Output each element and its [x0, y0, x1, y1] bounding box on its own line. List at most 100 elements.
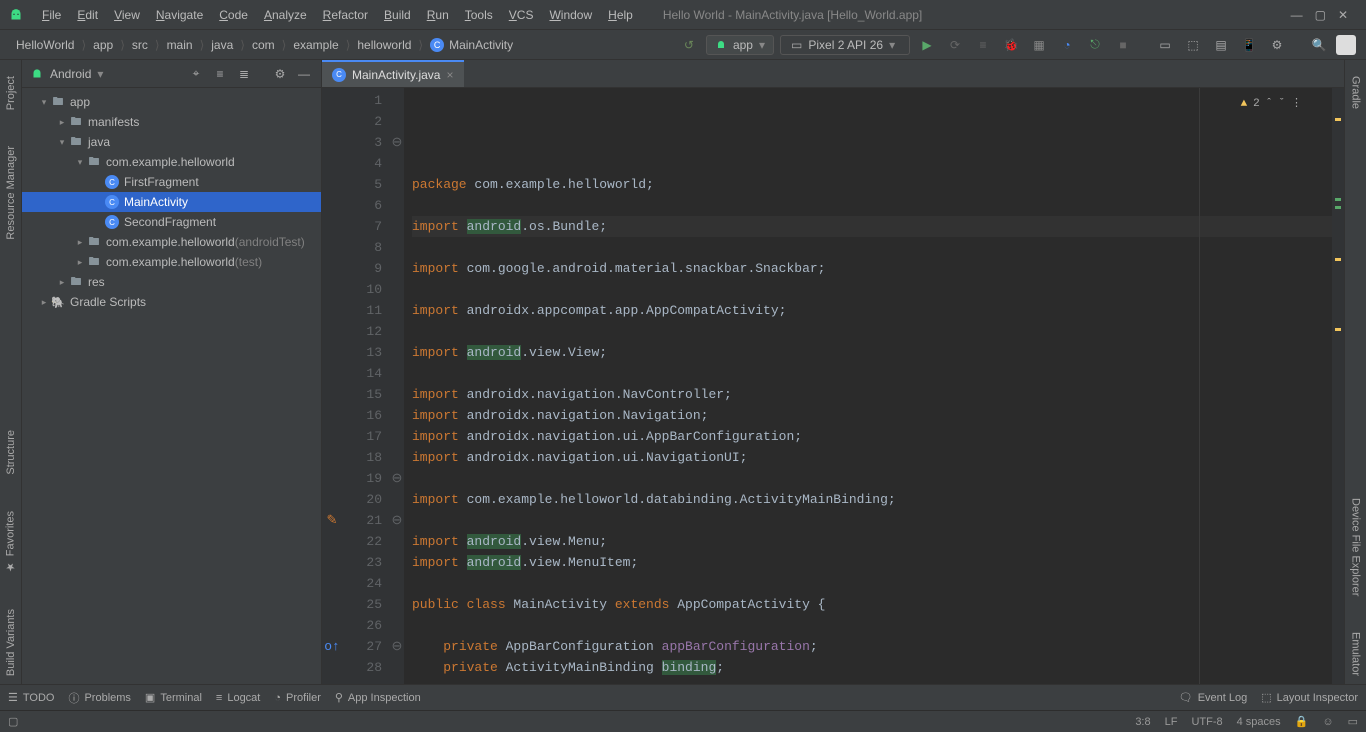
- menu-file[interactable]: File: [34, 4, 69, 26]
- search-everywhere-icon[interactable]: 🔍: [1308, 34, 1330, 56]
- close-button[interactable]: ✕: [1338, 8, 1348, 22]
- profiler-icon[interactable]: ◔: [1056, 34, 1078, 56]
- menu-build[interactable]: Build: [376, 4, 419, 26]
- collapse-all-icon[interactable]: ≣: [235, 65, 253, 83]
- breadcrumb-java[interactable]: java: [205, 35, 239, 55]
- run-button[interactable]: ▶: [916, 34, 938, 56]
- code-editor[interactable]: ▲ 2 ˆ ˇ ⋮ package com.example.helloworld…: [404, 88, 1332, 684]
- menu-edit[interactable]: Edit: [69, 4, 106, 26]
- error-stripe[interactable]: [1332, 88, 1344, 684]
- gradle-tool-tab[interactable]: Gradle: [1348, 68, 1364, 117]
- warning-count: 2: [1253, 94, 1260, 115]
- tree-item-com-example-helloworld[interactable]: ▾🖿com.example.helloworld: [22, 152, 321, 172]
- device-file-explorer-tool-tab[interactable]: Device File Explorer: [1348, 490, 1364, 604]
- menu-run[interactable]: Run: [419, 4, 457, 26]
- indent-info[interactable]: 4 spaces: [1237, 716, 1281, 728]
- menu-analyze[interactable]: Analyze: [256, 4, 315, 26]
- line-separator[interactable]: LF: [1165, 716, 1178, 728]
- coverage-icon[interactable]: ▦: [1028, 34, 1050, 56]
- menu-navigate[interactable]: Navigate: [148, 4, 211, 26]
- icon-gutter[interactable]: ✎ o↑: [322, 88, 342, 684]
- menu-vcs[interactable]: VCS: [501, 4, 542, 26]
- line-number-gutter[interactable]: 1234567891011121314151617181920212223242…: [342, 88, 390, 684]
- breadcrumb-mainactivity[interactable]: CMainActivity: [424, 35, 519, 55]
- project-tree[interactable]: ▾🖿app▸🖿manifests▾🖿java▾🖿com.example.hell…: [22, 88, 321, 684]
- menu-help[interactable]: Help: [600, 4, 641, 26]
- tree-item-com-example-helloworld[interactable]: ▸🖿com.example.helloworld (test): [22, 252, 321, 272]
- project-view-selector[interactable]: Android ▾: [30, 67, 181, 81]
- breadcrumb-main[interactable]: main: [161, 35, 199, 55]
- user-avatar[interactable]: [1336, 35, 1356, 55]
- menu-code[interactable]: Code: [211, 4, 256, 26]
- tree-item-manifests[interactable]: ▸🖿manifests: [22, 112, 321, 132]
- tree-item-com-example-helloworld[interactable]: ▸🖿com.example.helloworld (androidTest): [22, 232, 321, 252]
- sync-icon[interactable]: ↺: [678, 34, 700, 56]
- tree-item-app[interactable]: ▾🖿app: [22, 92, 321, 112]
- running-devices-icon[interactable]: ▤: [1210, 34, 1232, 56]
- locate-icon[interactable]: ⌖: [187, 65, 205, 83]
- ide-status-icon[interactable]: ☺: [1322, 716, 1333, 728]
- breadcrumb-com[interactable]: com: [246, 35, 281, 55]
- attach-debugger-icon[interactable]: ⎋: [1084, 34, 1106, 56]
- stop-button[interactable]: ■: [1112, 34, 1134, 56]
- apply-code-icon[interactable]: ≡: [972, 34, 994, 56]
- caret-position[interactable]: 3:8: [1135, 716, 1150, 728]
- tool-windows-icon[interactable]: ▢: [8, 715, 18, 728]
- debug-button[interactable]: 🐞: [1000, 34, 1022, 56]
- project-tool-tab[interactable]: Project: [3, 68, 19, 118]
- breadcrumb-app[interactable]: app: [87, 35, 119, 55]
- minimize-button[interactable]: —: [1291, 8, 1303, 22]
- menu-tools[interactable]: Tools: [457, 4, 501, 26]
- breadcrumb-helloworld[interactable]: helloworld: [351, 35, 417, 55]
- sdk-manager-icon[interactable]: ⬚: [1182, 34, 1204, 56]
- emulator-tool-tab[interactable]: Emulator: [1348, 624, 1364, 684]
- logcat-tool-tab[interactable]: ≡Logcat: [216, 692, 260, 704]
- tree-item-res[interactable]: ▸🖿res: [22, 272, 321, 292]
- tree-item-secondfragment[interactable]: CSecondFragment: [22, 212, 321, 232]
- structure-tool-tab[interactable]: Structure: [3, 422, 19, 483]
- device-manager-icon[interactable]: 📱: [1238, 34, 1260, 56]
- event-log-tool-tab[interactable]: 🗨Event Log: [1179, 691, 1248, 704]
- tree-item-gradle scripts[interactable]: ▸🐘Gradle Scripts: [22, 292, 321, 312]
- profiler-tool-tab[interactable]: ◔Profiler: [274, 692, 321, 704]
- bottom-tool-strip: ☰TODO ⓘProblems ▣Terminal ≡Logcat ◔Profi…: [0, 684, 1366, 710]
- hide-panel-icon[interactable]: —: [295, 65, 313, 83]
- breadcrumb-helloworld[interactable]: HelloWorld: [10, 35, 80, 55]
- settings-icon[interactable]: ⚙: [271, 65, 289, 83]
- sync-gradle-icon[interactable]: ⚙: [1266, 34, 1288, 56]
- app-inspection-tool-tab[interactable]: ⚲App Inspection: [335, 691, 421, 704]
- menu-refactor[interactable]: Refactor: [315, 4, 376, 26]
- favorites-tool-tab[interactable]: ★Favorites: [2, 503, 19, 581]
- breadcrumb-example[interactable]: example: [287, 35, 344, 55]
- editor-tab-mainactivity[interactable]: C MainActivity.java ×: [322, 60, 464, 87]
- inspection-menu-icon[interactable]: ⋮: [1291, 94, 1302, 115]
- avd-manager-icon[interactable]: ▭: [1154, 34, 1176, 56]
- tree-item-mainactivity[interactable]: CMainActivity: [22, 192, 321, 212]
- breadcrumb-src[interactable]: src: [126, 35, 154, 55]
- problems-tool-tab[interactable]: ⓘProblems: [68, 690, 130, 706]
- menu-view[interactable]: View: [106, 4, 148, 26]
- memory-indicator-icon[interactable]: ▭: [1348, 715, 1358, 728]
- inspection-widget[interactable]: ▲ 2 ˆ ˇ ⋮: [1241, 94, 1302, 115]
- title-bar: FileEditViewNavigateCodeAnalyzeRefactorB…: [0, 0, 1366, 30]
- prev-highlight-icon[interactable]: ˇ: [1278, 94, 1285, 115]
- file-encoding[interactable]: UTF-8: [1191, 716, 1222, 728]
- apply-changes-icon[interactable]: ⟳: [944, 34, 966, 56]
- tree-item-java[interactable]: ▾🖿java: [22, 132, 321, 152]
- todo-tool-tab[interactable]: ☰TODO: [8, 691, 54, 704]
- run-configuration-selector[interactable]: app ▾: [706, 35, 774, 55]
- menu-window[interactable]: Window: [541, 4, 600, 26]
- resource-manager-tool-tab[interactable]: Resource Manager: [3, 138, 19, 248]
- close-tab-icon[interactable]: ×: [446, 68, 453, 82]
- layout-inspector-tool-tab[interactable]: ⬚Layout Inspector: [1261, 691, 1358, 704]
- build-variants-tool-tab[interactable]: Build Variants: [3, 601, 19, 684]
- device-selector[interactable]: ▭ Pixel 2 API 26 ▾: [780, 35, 910, 55]
- expand-all-icon[interactable]: ≡: [211, 65, 229, 83]
- fold-gutter[interactable]: ⊖ ⊖ ⊖ ⊖: [390, 88, 404, 684]
- readonly-lock-icon[interactable]: 🔒: [1295, 715, 1309, 728]
- editor-body[interactable]: ✎ o↑ 12345678910111213141516171819202122…: [322, 88, 1344, 684]
- tree-item-firstfragment[interactable]: CFirstFragment: [22, 172, 321, 192]
- terminal-tool-tab[interactable]: ▣Terminal: [145, 691, 202, 704]
- next-highlight-icon[interactable]: ˆ: [1266, 94, 1273, 115]
- maximize-button[interactable]: ▢: [1315, 8, 1326, 22]
